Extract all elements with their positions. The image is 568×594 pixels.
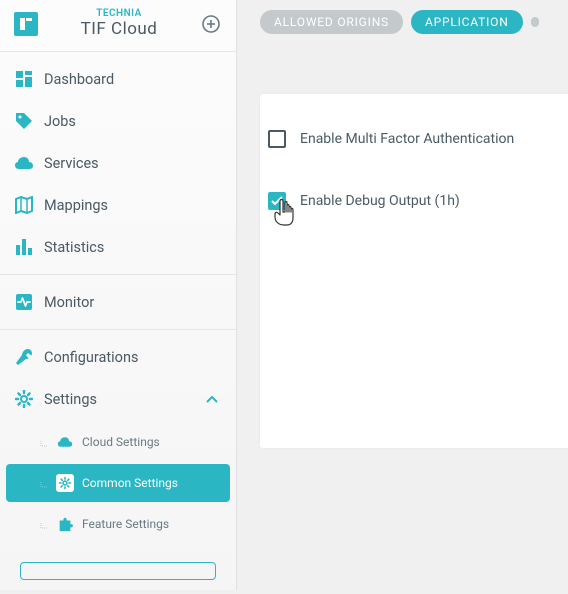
option-debug[interactable]: Enable Debug Output (1h)	[268, 186, 568, 216]
nav-section-main: Dashboard Jobs Services Mappings Statist…	[0, 52, 236, 275]
sub-item-label: Feature Settings	[82, 517, 169, 531]
map-icon	[14, 195, 34, 215]
tab-bar: ALLOWED ORIGINS APPLICATION	[260, 0, 568, 44]
sidebar-item-configurations[interactable]: Configurations	[0, 336, 236, 378]
cloud-icon	[56, 433, 74, 451]
sub-item-common-settings[interactable]: Common Settings	[6, 464, 230, 502]
tab-allowed-origins[interactable]: ALLOWED ORIGINS	[260, 10, 403, 34]
sub-item-feature-settings[interactable]: Feature Settings	[6, 505, 230, 543]
sidebar-header: TECHNIA TIF Cloud	[0, 0, 236, 52]
tab-overflow[interactable]	[531, 17, 539, 27]
brand-top: TECHNIA	[38, 8, 200, 19]
sidebar-item-jobs[interactable]: Jobs	[0, 100, 236, 142]
sidebar-item-settings[interactable]: Settings	[0, 378, 236, 420]
brand-block: TECHNIA TIF Cloud	[38, 8, 200, 39]
sidebar-item-label: Settings	[44, 391, 97, 408]
sidebar-item-label: Statistics	[44, 239, 104, 256]
cloud-icon	[14, 153, 34, 173]
tree-connector-icon	[40, 519, 50, 529]
tab-application[interactable]: APPLICATION	[411, 10, 523, 34]
sidebar-item-label: Dashboard	[44, 71, 114, 88]
option-label: Enable Debug Output (1h)	[300, 193, 460, 209]
dashboard-icon	[14, 69, 34, 89]
nav-section-config: Configurations Settings Cloud Settings	[0, 330, 236, 594]
wrench-icon	[14, 347, 34, 367]
tag-icon	[14, 111, 34, 131]
tree-connector-icon	[40, 437, 50, 447]
sidebar-item-label: Jobs	[44, 113, 76, 130]
app-logo[interactable]	[14, 12, 38, 36]
sidebar-item-label: Monitor	[44, 294, 94, 311]
plus-circle-icon	[201, 14, 221, 34]
main-content: ALLOWED ORIGINS APPLICATION Enable Multi…	[260, 0, 568, 590]
sub-item-label: Common Settings	[82, 476, 178, 490]
sidebar: TECHNIA TIF Cloud Dashboard Jobs	[0, 0, 237, 590]
sidebar-item-label: Mappings	[44, 197, 108, 214]
settings-submenu: Cloud Settings Common Settings Feature S	[0, 423, 236, 554]
sub-item-label: Cloud Settings	[82, 435, 160, 449]
sidebar-item-label: Services	[44, 155, 99, 172]
brand-bottom: TIF Cloud	[38, 19, 200, 39]
checkbox-unchecked-icon[interactable]	[268, 130, 286, 148]
chevron-up-icon	[206, 391, 218, 408]
sub-item-cloud-settings[interactable]: Cloud Settings	[6, 423, 230, 461]
sidebar-item-services[interactable]: Services	[0, 142, 236, 184]
gear-box-icon	[56, 474, 74, 492]
sidebar-item-mappings[interactable]: Mappings	[0, 184, 236, 226]
option-mfa[interactable]: Enable Multi Factor Authentication	[268, 124, 568, 154]
settings-panel: Enable Multi Factor Authentication Enabl…	[260, 94, 568, 448]
bars-icon	[14, 237, 34, 257]
sidebar-item-label: Configurations	[44, 349, 138, 366]
logo-icon	[19, 17, 33, 31]
sidebar-item-monitor[interactable]: Monitor	[0, 281, 236, 323]
add-button[interactable]	[200, 13, 222, 35]
tree-connector-icon	[40, 478, 50, 488]
nav-section-monitor: Monitor	[0, 275, 236, 330]
sidebar-item-dashboard[interactable]: Dashboard	[0, 58, 236, 100]
checkbox-checked-icon[interactable]	[268, 192, 286, 210]
gear-icon	[14, 389, 34, 409]
puzzle-icon	[56, 515, 74, 533]
sidebar-item-statistics[interactable]: Statistics	[0, 226, 236, 268]
actions-button[interactable]	[20, 562, 216, 580]
option-label: Enable Multi Factor Authentication	[300, 131, 514, 147]
pulse-icon	[14, 292, 34, 312]
